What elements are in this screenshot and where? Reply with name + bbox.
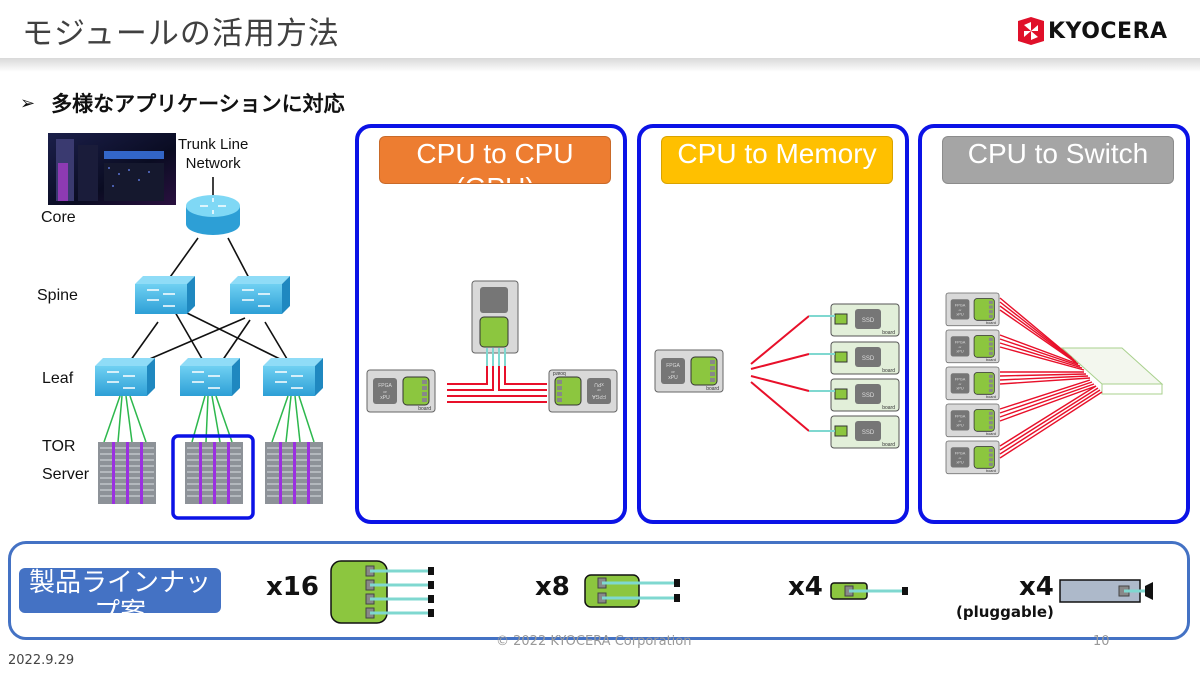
- footer-date: 2022.9.29: [8, 653, 75, 668]
- board-icon: [945, 292, 1000, 327]
- svg-text:SSD: SSD: [862, 356, 875, 362]
- multiplier-x4: x4: [788, 572, 823, 602]
- network-topology: [94, 177, 324, 520]
- copyright: © 2022 KYOCERA Corporation: [496, 634, 692, 649]
- module-x4-icon: [830, 582, 908, 600]
- board-icon: [945, 440, 1000, 475]
- cables: [750, 315, 810, 432]
- pluggable-note: (pluggable): [956, 603, 1054, 621]
- cables: [447, 366, 547, 403]
- ssd-boards: SSD board SSD board SSD board SSD board: [830, 303, 900, 449]
- svg-text:board: board: [882, 405, 895, 411]
- multiplier-x4-pluggable: x4: [1019, 572, 1054, 602]
- svg-text:SSD: SSD: [862, 393, 875, 399]
- kyocera-logo-icon: [1018, 17, 1044, 45]
- board-icon: [945, 329, 1000, 364]
- core-router-icon: [186, 195, 240, 235]
- board-icon: [654, 349, 724, 393]
- logo-text: KYOCERA: [1048, 18, 1168, 44]
- server-rack-icon: [184, 441, 244, 505]
- leaf-switch-icon: [179, 357, 241, 397]
- svg-text:board: board: [882, 368, 895, 374]
- lineup-title: 製品ラインナップ案: [19, 568, 221, 613]
- panel-cpu-to-memory: CPU to Memory SSD board SSD board SSD board…: [637, 124, 909, 524]
- board-icon: [548, 369, 618, 413]
- board-icon: [366, 369, 436, 413]
- module-x4-pluggable-icon: [1059, 579, 1153, 603]
- board-icon: [945, 366, 1000, 401]
- panel-cpu-to-switch: CPU to Switch: [918, 124, 1190, 524]
- server-rack-icon: [97, 441, 157, 505]
- page-number: 10: [1093, 634, 1110, 649]
- cpu-to-switch-diagram: [945, 292, 1164, 475]
- svg-text:board: board: [882, 330, 895, 336]
- svg-text:SSD: SSD: [862, 318, 875, 324]
- cpu-to-memory-diagram: SSD board SSD board SSD board SSD board: [654, 303, 900, 449]
- leaf-switch-icon: [94, 357, 156, 397]
- spine-switch-icon: [134, 275, 196, 315]
- panel-cpu-to-cpu: CPU to CPU (GPU): [355, 124, 627, 524]
- kyocera-logo: KYOCERA: [1018, 17, 1168, 45]
- multiplier-x16: x16: [266, 572, 319, 602]
- svg-text:board: board: [882, 442, 895, 448]
- cables: [999, 297, 1103, 459]
- module-x16-icon: [330, 560, 434, 624]
- multiplier-x8: x8: [535, 572, 570, 602]
- spine-switch-icon: [229, 275, 291, 315]
- cpu-to-cpu-diagram: [366, 280, 618, 413]
- server-rack-icon: [264, 441, 324, 505]
- board-icon: [945, 403, 1000, 438]
- svg-text:SSD: SSD: [862, 430, 875, 436]
- leaf-switch-icon: [262, 357, 324, 397]
- module-x8-icon: [584, 574, 680, 608]
